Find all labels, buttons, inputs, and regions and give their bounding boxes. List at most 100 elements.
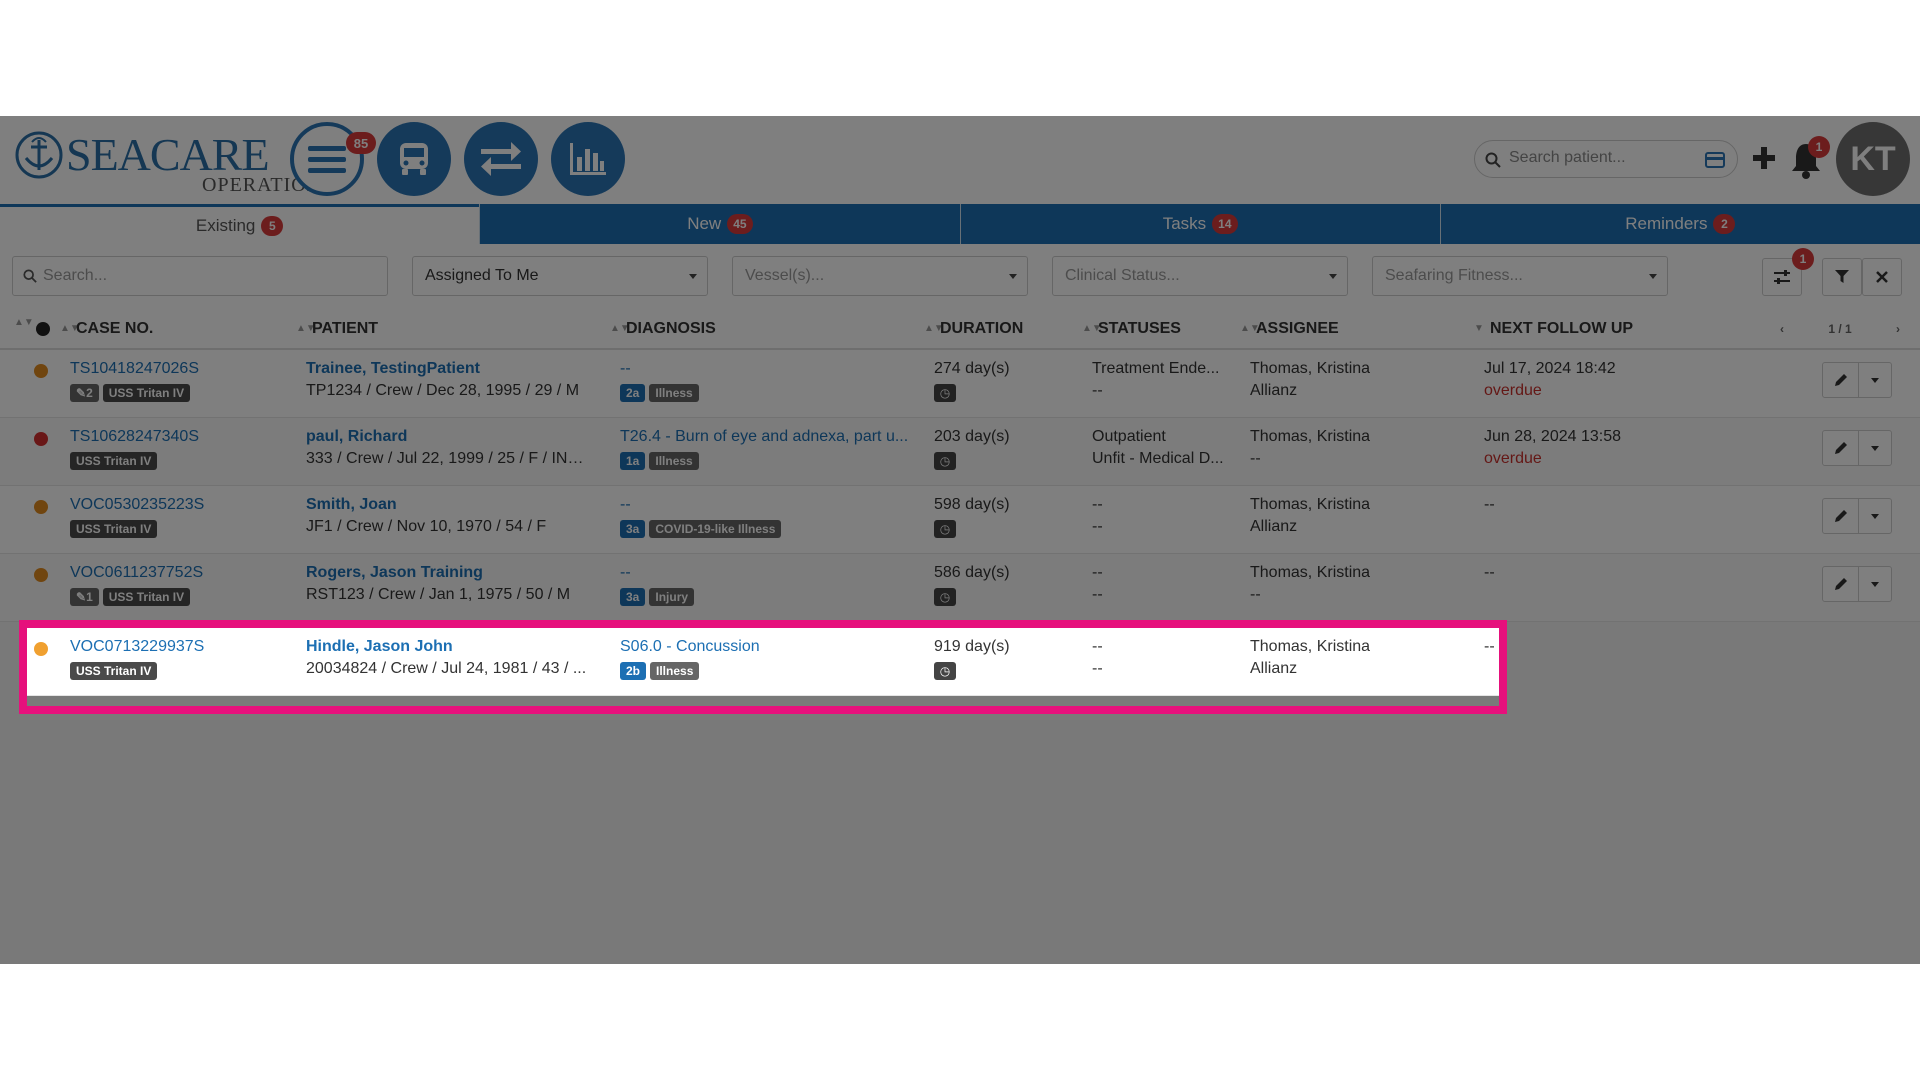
table-row[interactable]: VOC0611237752S ✎1 USS Tritan IV Rogers, Jas… [0,554,1920,622]
row-menu-button[interactable] [1859,567,1891,601]
insurer-name: Allianz [1250,382,1298,399]
row-menu-button[interactable] [1859,499,1891,533]
clear-filters-button[interactable] [1862,258,1902,296]
logo[interactable]: SEACARE OPERATIONS [14,124,333,196]
pagination: ‹ 1 / 1 › [1780,318,1900,340]
diagnosis-link[interactable]: -- [620,360,910,378]
table-row[interactable]: TS10418247026S ✎2 USS Tritan IV Trainee, Te… [0,350,1920,418]
table-header: ▲▼ ▲▼ CASE NO. ▲▼ PATIENT ▲▼ DIAGNOSIS ▲▼ DU… [0,306,1920,350]
case-search-input[interactable] [43,267,373,285]
case-number-link[interactable]: VOC0530235223S [70,496,204,514]
tab-count-badge: 2 [1713,214,1736,234]
patient-name-link[interactable]: Rogers, Jason Training [306,564,483,582]
caret-down-icon [689,274,697,279]
col-assignee[interactable]: ▲▼ ASSIGNEE [1240,320,1339,338]
timer-button[interactable]: ◷ [934,588,956,606]
col-duration-label: DURATION [940,320,1024,337]
clock-icon: ◷ [934,384,956,402]
add-case-button[interactable] [1750,138,1778,178]
table-row[interactable]: TS10628247340S USS Tritan IV paul, Richard… [0,418,1920,486]
edit-button[interactable] [1823,499,1859,533]
table-row[interactable]: VOC0530235223S USS Tritan IV Smith, Joan JF… [0,486,1920,554]
attachment-count-badge: ✎1 [70,588,99,606]
diagnosis-link[interactable]: -- [620,496,910,514]
clinical-status-filter[interactable]: Clinical Status... [1052,256,1348,296]
assigned-filter[interactable]: Assigned To Me [412,256,708,296]
category-tag: Illness [649,452,699,470]
diagnosis-link[interactable]: -- [620,564,910,582]
timer-button[interactable]: ◷ [934,452,956,470]
card-icon[interactable] [1705,152,1725,168]
avatar[interactable]: KT [1836,122,1910,196]
row-menu-button[interactable] [1859,431,1891,465]
sort-desc-icon: ▼ [1474,323,1484,334]
col-case-no[interactable]: ▲▼ CASE NO. [60,320,153,338]
settings-badge: 1 [1792,248,1814,270]
logo-title: SEACARE [66,129,270,180]
filter-button[interactable] [1822,258,1862,296]
case-number-link[interactable]: VOC0611237752S [70,564,203,582]
patient-search[interactable] [1474,140,1738,178]
row-menu-button[interactable] [1859,363,1891,397]
grade-tag: 3a [620,588,646,606]
col-statuses[interactable]: ▲▼ STATUSES [1082,320,1181,338]
tab-new[interactable]: New 45 [479,204,960,244]
tab-label: New [687,214,722,233]
edit-button[interactable] [1823,363,1859,397]
tab-count-badge: 5 [261,215,284,236]
sort-priority[interactable]: ▲▼ [14,318,34,328]
fitness-filter[interactable]: Seafaring Fitness... [1372,256,1668,296]
vessel-tag: USS Tritan IV [70,452,158,470]
next-page-button[interactable]: › [1896,322,1900,336]
col-patient[interactable]: ▲▼ PATIENT [296,320,378,338]
prev-page-button[interactable]: ‹ [1780,322,1784,336]
pencil-icon [1834,374,1847,386]
category-tag: Illness [649,384,699,402]
sort-icon: ▲▼ [296,323,316,334]
edit-button[interactable] [1823,567,1859,601]
patient-name-link[interactable]: Smith, Joan [306,496,397,514]
tab-tasks[interactable]: Tasks 14 [959,204,1440,244]
bus-icon [400,143,428,175]
insurer-name: -- [1250,450,1261,467]
tab-reminders[interactable]: Reminders 2 [1439,204,1920,244]
duration-value: 203 day(s) [934,428,1010,445]
priority-dot [34,568,48,582]
plus-icon [1753,147,1775,169]
col-patient-label: PATIENT [312,320,379,337]
fitness-status: -- [1092,382,1103,399]
col-diagnosis[interactable]: ▲▼ DIAGNOSIS [610,320,716,338]
reports-button[interactable] [551,122,625,196]
timer-button[interactable]: ◷ [934,520,956,538]
bar-chart-icon [570,143,606,175]
case-tags: ✎2 USS Tritan IV [70,384,194,402]
vessel-filter-placeholder: Vessel(s)... [745,267,825,284]
case-search[interactable] [12,256,388,296]
tab-existing[interactable]: Existing 5 [0,204,480,244]
vessel-filter[interactable]: Vessel(s)... [732,256,1028,296]
transfer-button[interactable] [464,122,538,196]
col-next-follow-up[interactable]: ▼ NEXT FOLLOW UP [1474,320,1633,338]
timer-button[interactable]: ◷ [934,384,956,402]
patient-details: RST123 / Crew / Jan 1, 1975 / 50 / M [306,586,571,603]
menu-button[interactable]: 85 [290,122,376,196]
case-number-link[interactable]: TS10628247340S [70,428,199,446]
priority-dot-header [36,322,50,336]
next-followup-date: Jun 28, 2024 13:58 [1484,428,1622,445]
caret-down-icon [1649,274,1657,279]
clinical-status: Outpatient [1092,428,1166,445]
fitness-status: -- [1092,586,1103,603]
menu-count-badge: 85 [346,132,376,154]
edit-button[interactable] [1823,431,1859,465]
priority-dot [34,364,48,378]
category-tag: Injury [649,588,695,606]
patient-search-input[interactable] [1509,149,1699,167]
transport-button[interactable] [377,122,451,196]
search-icon [23,269,37,283]
patient-name-link[interactable]: Trainee, TestingPatient [306,360,480,378]
patient-name-link[interactable]: paul, Richard [306,428,407,446]
diagnosis-link[interactable]: T26.4 - Burn of eye and adnexa, part u..… [620,428,910,446]
case-number-link[interactable]: TS10418247026S [70,360,199,378]
col-duration[interactable]: ▲▼ DURATION [924,320,1023,338]
vessel-tag: USS Tritan IV [70,520,158,538]
